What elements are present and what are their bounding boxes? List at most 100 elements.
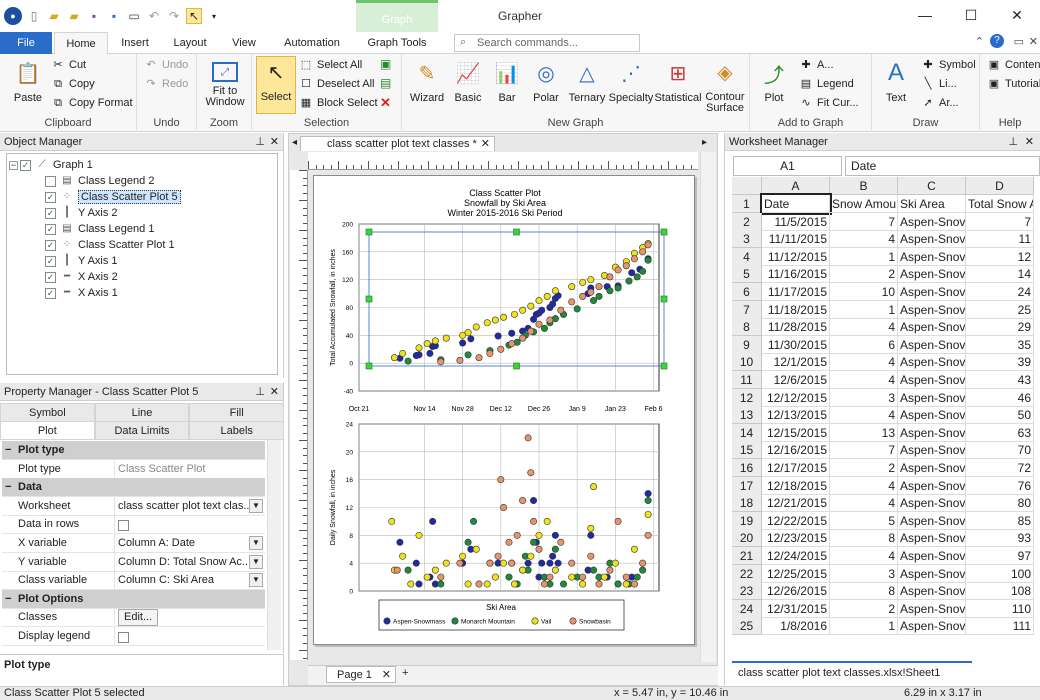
tab-scroll-right-icon[interactable]: ▸ [702, 137, 707, 148]
table-cell[interactable]: 14 [966, 265, 1034, 284]
table-cell[interactable]: 3 [830, 388, 898, 407]
property-section[interactable]: − Data [2, 478, 265, 498]
table-cell[interactable]: 2 [830, 599, 898, 618]
row-header[interactable]: 13 [732, 406, 762, 425]
table-cell[interactable]: Total Snow A [966, 195, 1034, 213]
tab-view[interactable]: View [222, 32, 266, 54]
row-header[interactable]: 16 [732, 459, 762, 477]
group-objects-icon[interactable]: ▣ [380, 57, 391, 71]
tree-item-graph[interactable]: − ✓ ⟋ Graph 1 [9, 157, 93, 173]
tab-data-limits[interactable]: Data Limits [94, 421, 190, 440]
row-header[interactable]: 9 [732, 335, 762, 354]
row-header[interactable]: 20 [732, 529, 762, 548]
table-cell[interactable]: 7 [830, 441, 898, 460]
document-tab-close-icon[interactable]: ✕ [481, 137, 490, 151]
row-header[interactable]: 23 [732, 582, 762, 601]
tree-checkbox[interactable]: ✓ [45, 223, 56, 235]
tab-automation[interactable]: Automation [276, 32, 348, 54]
pin-icon[interactable]: ⊥ [1008, 133, 1018, 151]
table-cell[interactable]: 11/11/2015 [762, 230, 830, 249]
column-header[interactable]: B [830, 177, 898, 195]
table-cell[interactable]: 93 [966, 529, 1034, 548]
tree-item-y-axis-1[interactable]: ✓ ┃ Y Axis 1 [45, 253, 118, 269]
table-cell[interactable]: 10 [830, 283, 898, 301]
tab-layout[interactable]: Layout [166, 32, 214, 54]
table-cell[interactable]: 4 [830, 318, 898, 337]
table-cell[interactable]: 11 [966, 230, 1034, 249]
property-scrollbar[interactable] [267, 440, 281, 650]
table-cell[interactable]: 4 [830, 476, 898, 495]
table-cell[interactable]: 63 [966, 423, 1034, 442]
row-header[interactable]: 18 [732, 494, 762, 513]
add-axis-button[interactable]: ✚ A... [798, 56, 833, 74]
table-cell[interactable]: 12/17/2015 [762, 459, 830, 477]
table-cell[interactable]: 80 [966, 494, 1034, 513]
table-cell[interactable]: Aspen-Snov [898, 441, 966, 460]
table-cell[interactable]: Aspen-Snov [898, 582, 966, 601]
table-cell[interactable]: 46 [966, 388, 1034, 407]
table-cell[interactable]: 39 [966, 353, 1034, 372]
statistical-button[interactable]: ⊞ Statistical [654, 58, 702, 105]
row-header[interactable]: 3 [732, 230, 762, 249]
property-section[interactable]: − Plot Options [2, 589, 265, 609]
help-icon[interactable]: ? [990, 34, 1004, 48]
table-cell[interactable]: 35 [966, 335, 1034, 354]
section-collapse-icon[interactable]: − [5, 590, 11, 608]
row-header[interactable]: 1 [732, 195, 762, 213]
tree-checkbox[interactable]: ✓ [45, 191, 56, 203]
table-cell[interactable]: 24 [966, 283, 1034, 301]
bar-button[interactable]: 📊 Bar [488, 58, 526, 105]
tree-item-x-axis-2[interactable]: ✓ ━ X Axis 2 [45, 269, 118, 285]
graph-canvas[interactable]: Class Scatter PlotSnowfall by Ski AreaWi… [314, 176, 696, 646]
page-tab-close-icon[interactable]: ✕ [382, 667, 391, 683]
table-cell[interactable]: 25 [966, 300, 1034, 319]
row-header[interactable]: 11 [732, 371, 762, 389]
cell-reference-box[interactable]: A1 [733, 156, 842, 176]
tree-checkbox[interactable]: ✓ [45, 271, 56, 283]
table-cell[interactable]: 85 [966, 511, 1034, 530]
row-header[interactable]: 25 [732, 617, 762, 636]
table-cell[interactable]: 2 [830, 459, 898, 477]
table-cell[interactable]: 1 [830, 300, 898, 319]
table-cell[interactable]: 76 [966, 476, 1034, 495]
contents-button[interactable]: ▣ Content [986, 56, 1040, 74]
column-header[interactable]: A [762, 177, 830, 195]
table-cell[interactable]: 13 [830, 423, 898, 442]
table-cell[interactable]: 8 [830, 529, 898, 548]
ungroup-objects-icon[interactable]: ▤ [380, 76, 391, 90]
sheet-tab[interactable]: class scatter plot text classes.xlsx!She… [732, 661, 972, 681]
row-header[interactable]: 21 [732, 547, 762, 565]
grid-corner[interactable] [732, 177, 762, 195]
table-cell[interactable]: Aspen-Snov [898, 265, 966, 284]
wizard-button[interactable]: ✎ Wizard [406, 58, 448, 105]
row-header[interactable]: 6 [732, 283, 762, 301]
row-header[interactable]: 17 [732, 476, 762, 495]
table-cell[interactable]: 7 [966, 212, 1034, 231]
table-cell[interactable]: 8 [830, 582, 898, 601]
tree-checkbox[interactable]: ✓ [45, 207, 56, 219]
table-cell[interactable]: Aspen-Snov [898, 371, 966, 389]
table-cell[interactable]: Aspen-Snov [898, 335, 966, 354]
table-cell[interactable]: 4 [830, 353, 898, 372]
table-cell[interactable]: 4 [830, 547, 898, 565]
table-cell[interactable]: 72 [966, 459, 1034, 477]
table-cell[interactable]: 11/16/2015 [762, 265, 830, 284]
dropdown-arrow-icon[interactable]: ▼ [249, 573, 263, 588]
table-cell[interactable]: 12 [966, 247, 1034, 266]
row-header[interactable]: 7 [732, 300, 762, 319]
property-checkbox[interactable] [114, 627, 265, 645]
cut-button[interactable]: ✂ Cut [50, 56, 86, 74]
row-header[interactable]: 2 [732, 212, 762, 231]
basic-button[interactable]: 📈 Basic [448, 58, 488, 105]
tree-checkbox[interactable]: ✓ [20, 159, 31, 171]
add-page-icon[interactable]: + [402, 667, 408, 679]
table-cell[interactable]: 4 [830, 371, 898, 389]
copy-format-button[interactable]: ⧉ Copy Format [50, 94, 133, 112]
table-cell[interactable]: 12/31/2015 [762, 599, 830, 618]
table-cell[interactable]: 11/18/2015 [762, 300, 830, 319]
block-select-button[interactable]: ▦ Block Select [298, 94, 378, 112]
table-cell[interactable]: 12/15/2015 [762, 423, 830, 442]
close-icon[interactable]: ✕ [994, 0, 1040, 30]
document-tab[interactable]: class scatter plot text classes * ✕ [300, 136, 495, 151]
table-cell[interactable]: 1 [830, 617, 898, 636]
